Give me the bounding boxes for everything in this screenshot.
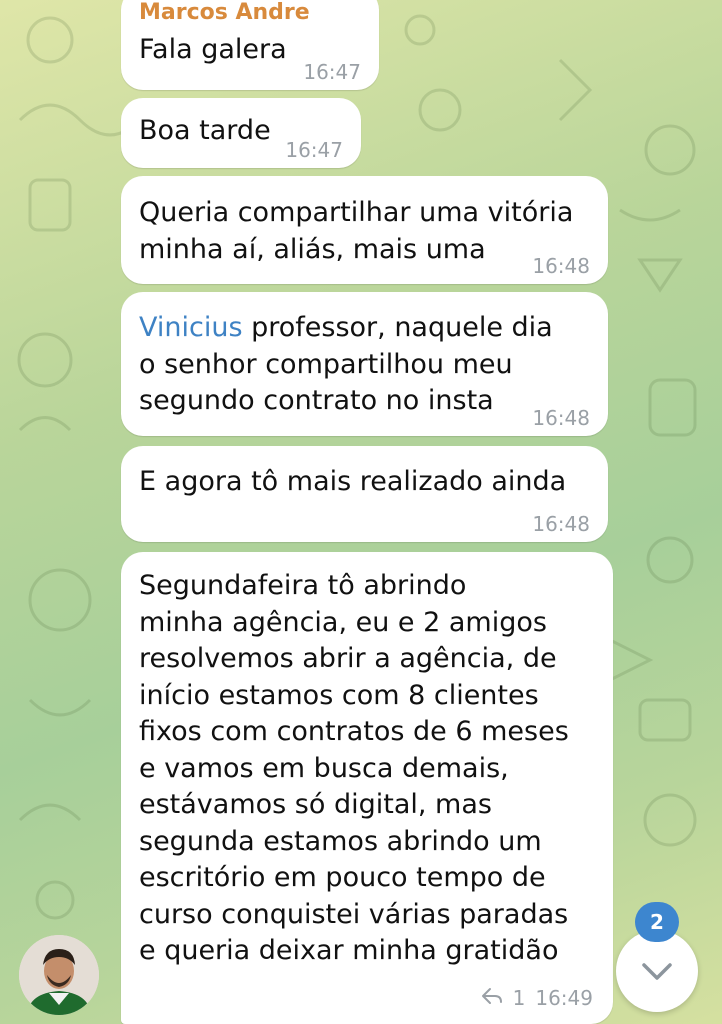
message-text: E agora tô mais realizado ainda (139, 466, 567, 497)
message-bubble[interactable]: Boa tarde 16:47 (121, 98, 361, 168)
unread-count-badge: 2 (635, 902, 679, 942)
message-time: 16:49 (535, 985, 593, 1010)
message-text: Vinicius professor, naquele dia o senhor… (139, 310, 590, 420)
message-bubble[interactable]: Marcos Andre Fala galera 16:47 (121, 0, 379, 90)
mention-link[interactable]: Vinicius (139, 312, 243, 343)
message-text: Segundafeira tô abrindo minha agência, e… (139, 570, 569, 966)
message-bubble[interactable]: Queria compartilhar uma vitória minha aí… (121, 176, 608, 284)
reply-arrow-icon[interactable] (481, 980, 503, 1017)
reply-meta: 1 16:49 (481, 980, 593, 1017)
reply-count[interactable]: 1 (513, 980, 526, 1017)
message-time: 16:48 (532, 254, 590, 278)
user-avatar[interactable] (19, 935, 99, 1015)
message-text: Queria compartilhar uma vitória minha aí… (139, 197, 574, 265)
scroll-to-bottom-button[interactable] (616, 930, 698, 1012)
message-time: 16:48 (532, 512, 590, 536)
message-bubble[interactable]: Segundafeira tô abrindo minha agência, e… (121, 552, 613, 1024)
message-bubble[interactable]: E agora tô mais realizado ainda 16:48 (121, 446, 608, 542)
message-time: 16:47 (285, 138, 343, 162)
message-time: 16:47 (303, 60, 361, 84)
chevron-down-icon (642, 963, 672, 980)
message-bubble[interactable]: Vinicius professor, naquele dia o senhor… (121, 292, 608, 436)
message-time: 16:48 (532, 406, 590, 430)
sender-name[interactable]: Marcos Andre (139, 2, 361, 24)
